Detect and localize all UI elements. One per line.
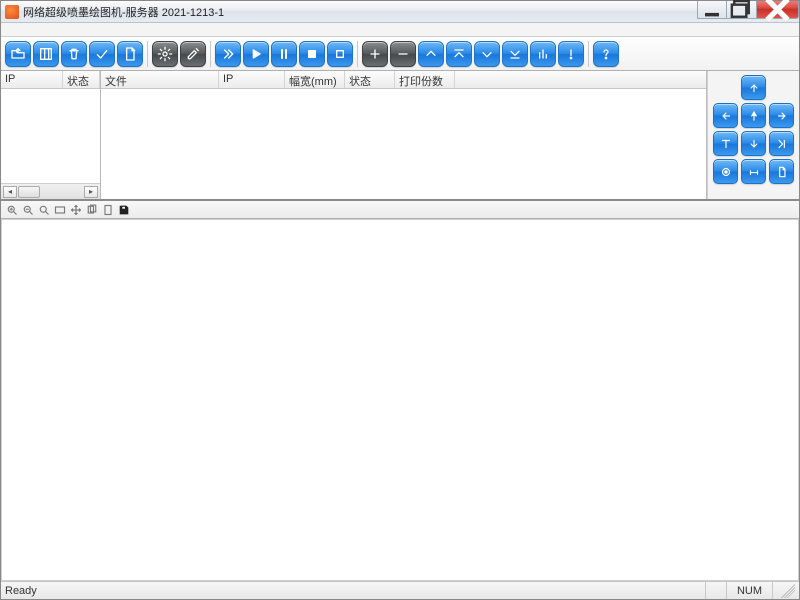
- clients-table-header: IP 状态: [1, 71, 100, 89]
- title-bar: 网络超级喷墨绘图机-服务器 2021-1213-1: [1, 1, 799, 23]
- upper-split: IP 状态 ◂ ▸ 文件 IP 幅宽(mm) 状态 打印份数: [1, 71, 799, 201]
- pad-down-button[interactable]: [741, 131, 766, 156]
- main-toolbar: [1, 37, 799, 71]
- jobs-panel: 文件 IP 幅宽(mm) 状态 打印份数: [101, 71, 707, 199]
- pad-right-button[interactable]: [769, 103, 794, 128]
- delete-button[interactable]: [61, 41, 87, 67]
- pad-empty: [713, 75, 738, 100]
- alert-button[interactable]: [558, 41, 584, 67]
- status-ready: Ready: [5, 585, 37, 597]
- jobs-table-body[interactable]: [101, 89, 706, 199]
- menu-bar: [1, 23, 799, 37]
- column-header-ip2[interactable]: IP: [219, 71, 285, 88]
- pad-width-button[interactable]: [741, 159, 766, 184]
- save-icon[interactable]: [117, 203, 130, 216]
- scroll-thumb[interactable]: [18, 186, 40, 198]
- move-up-button[interactable]: [418, 41, 444, 67]
- pad-reset-button[interactable]: [713, 159, 738, 184]
- remove-button[interactable]: [390, 41, 416, 67]
- open-button[interactable]: [5, 41, 31, 67]
- close-button[interactable]: [757, 1, 799, 19]
- preview-toolbar: [1, 201, 799, 219]
- column-header-status[interactable]: 状态: [63, 71, 100, 88]
- fit-width-icon[interactable]: [53, 203, 66, 216]
- move-down-button[interactable]: [474, 41, 500, 67]
- window-title: 网络超级喷墨绘图机-服务器 2021-1213-1: [23, 4, 224, 20]
- column-header-ip[interactable]: IP: [1, 71, 63, 88]
- toolbar-separator: [147, 41, 148, 67]
- pad-empty: [769, 75, 794, 100]
- pad-page-button[interactable]: [769, 159, 794, 184]
- add-button[interactable]: [362, 41, 388, 67]
- pause-button[interactable]: [271, 41, 297, 67]
- play-button[interactable]: [243, 41, 269, 67]
- move-top-button[interactable]: [446, 41, 472, 67]
- resize-grip-icon[interactable]: [781, 584, 795, 598]
- column-header-status2[interactable]: 状态: [345, 71, 395, 88]
- pad-center-button[interactable]: [741, 103, 766, 128]
- document-button[interactable]: [117, 41, 143, 67]
- status-seg-empty1: [705, 582, 726, 599]
- pad-text-button[interactable]: [713, 131, 738, 156]
- status-num: NUM: [726, 582, 772, 599]
- maximize-button[interactable]: [727, 1, 757, 19]
- pad-up-button[interactable]: [741, 75, 766, 100]
- preview-canvas[interactable]: [1, 219, 799, 581]
- columns-button[interactable]: [33, 41, 59, 67]
- copy-icon[interactable]: [85, 203, 98, 216]
- doc-icon[interactable]: [101, 203, 114, 216]
- confirm-button[interactable]: [89, 41, 115, 67]
- levels-button[interactable]: [530, 41, 556, 67]
- pad-left-button[interactable]: [713, 103, 738, 128]
- zoom-out-icon[interactable]: [21, 203, 34, 216]
- column-header-blank: [455, 71, 706, 88]
- stop-alt-button[interactable]: [327, 41, 353, 67]
- zoom-fit-icon[interactable]: [37, 203, 50, 216]
- toolbar-separator: [210, 41, 211, 67]
- status-bar: Ready NUM: [1, 581, 799, 599]
- app-icon: [5, 5, 19, 19]
- fast-forward-button[interactable]: [215, 41, 241, 67]
- help-button[interactable]: [593, 41, 619, 67]
- settings-button[interactable]: [152, 41, 178, 67]
- clients-panel: IP 状态 ◂ ▸: [1, 71, 101, 199]
- minimize-button[interactable]: [697, 1, 727, 19]
- scroll-right-icon[interactable]: ▸: [84, 186, 98, 198]
- toolbar-separator: [588, 41, 589, 67]
- move-icon[interactable]: [69, 203, 82, 216]
- clients-scrollbar[interactable]: ◂ ▸: [1, 183, 100, 199]
- toolbar-separator: [357, 41, 358, 67]
- column-header-file[interactable]: 文件: [101, 71, 219, 88]
- stop-button[interactable]: [299, 41, 325, 67]
- status-seg-empty2: [772, 582, 781, 599]
- move-bottom-button[interactable]: [502, 41, 528, 67]
- column-header-width[interactable]: 幅宽(mm): [285, 71, 345, 88]
- clients-table-body[interactable]: [1, 89, 100, 183]
- zoom-in-icon[interactable]: [5, 203, 18, 216]
- window-controls: [697, 1, 799, 19]
- column-header-copies[interactable]: 打印份数: [395, 71, 455, 88]
- pad-end-button[interactable]: [769, 131, 794, 156]
- jobs-table-header: 文件 IP 幅宽(mm) 状态 打印份数: [101, 71, 706, 89]
- tools-button[interactable]: [180, 41, 206, 67]
- scroll-left-icon[interactable]: ◂: [3, 186, 17, 198]
- direction-pad: [707, 71, 799, 199]
